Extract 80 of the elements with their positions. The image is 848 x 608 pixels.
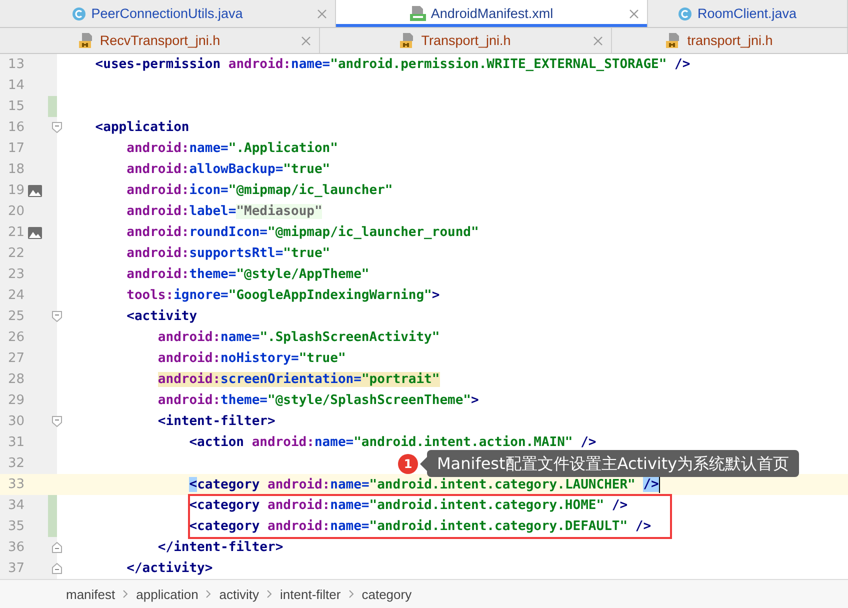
fold-icon[interactable]: [52, 311, 62, 322]
line-number: 26: [7, 330, 26, 345]
image-icon[interactable]: [28, 184, 42, 196]
close-icon[interactable]: [629, 8, 639, 18]
editor-tab[interactable]: transport_jni.h: [612, 28, 848, 53]
code-line: </intent-filter>: [156, 540, 284, 555]
change-marker[interactable]: [48, 516, 57, 537]
code-line: <activity: [126, 309, 198, 324]
code-line: tools:ignore="GoogleAppIndexingWarning">: [126, 288, 440, 303]
editor-tab[interactable]: Transport_jni.h: [320, 28, 612, 53]
class-icon: [72, 6, 86, 20]
line-number: 17: [7, 141, 26, 156]
code-line: android:screenOrientation="portrait": [156, 372, 440, 387]
chevron-icon: [123, 590, 128, 598]
line-number: 28: [7, 372, 26, 387]
code-line: </activity>: [126, 561, 213, 576]
code-line: <action android:name="android.intent.action.MAIN" />: [188, 435, 596, 450]
line-number: 34: [7, 498, 26, 513]
header-file-icon: [78, 33, 95, 48]
line-number: 24: [7, 288, 26, 303]
code-line: android:icon="@mipmap/ic_launcher": [126, 183, 393, 198]
breadcrumb-item[interactable]: category: [362, 586, 412, 602]
breadcrumb-item[interactable]: intent-filter: [280, 586, 341, 602]
close-icon[interactable]: [301, 36, 311, 46]
class-icon: [678, 6, 692, 20]
code-line: android:name=".Application": [126, 141, 338, 156]
code-line: android:allowBackup="true": [126, 162, 330, 177]
manifest-file-icon: [410, 6, 426, 21]
line-number: 27: [7, 351, 26, 366]
editor-tab[interactable]: RoomClient.java: [648, 0, 848, 27]
code-line: android:label="Mediasoup": [126, 204, 322, 219]
breadcrumb-item[interactable]: manifest: [66, 586, 116, 602]
fold-icon[interactable]: [52, 416, 62, 427]
code-line: <application: [94, 120, 190, 135]
image-icon[interactable]: [28, 226, 42, 238]
chevron-icon: [206, 590, 212, 598]
line-number: 22: [7, 246, 26, 261]
step-badge: 1: [398, 454, 418, 474]
tooltip-pointer: [420, 456, 427, 470]
code-line: <intent-filter>: [156, 414, 276, 429]
fold-icon[interactable]: [52, 563, 62, 574]
line-number: 19: [7, 183, 26, 198]
line-number: 16: [7, 120, 26, 135]
line-number: 30: [7, 414, 26, 429]
chevron-icon: [267, 590, 272, 598]
line-number: 15: [7, 99, 26, 114]
breadcrumb-item[interactable]: application: [136, 586, 198, 602]
line-number: 14: [7, 78, 26, 93]
line-number: 36: [7, 540, 26, 555]
code-line: android:roundIcon="@mipmap/ic_launcher_round": [126, 225, 479, 240]
breadcrumb-item[interactable]: activity: [219, 586, 260, 602]
code-line: <category android:name="android.intent.category.DEFAULT" />: [188, 519, 652, 534]
line-number: 31: [7, 435, 26, 450]
code-line: android:name=".SplashScreenActivity": [156, 330, 440, 345]
line-number: 13: [7, 57, 26, 72]
line-number: 25: [7, 309, 26, 324]
line-number: 23: [7, 267, 26, 282]
change-marker[interactable]: [48, 96, 57, 117]
line-number: 32: [7, 456, 26, 471]
code-line: android:noHistory="true": [156, 351, 346, 366]
code-line: android:supportsRtl="true": [126, 246, 330, 261]
line-number: 18: [7, 162, 26, 177]
code-line: android:theme="@style/AppTheme": [126, 267, 370, 282]
fold-icon[interactable]: [52, 122, 62, 133]
editor-tab[interactable]: RecvTransport_jni.h: [0, 28, 320, 53]
code-line: <category android:name="android.intent.category.HOME" />: [188, 498, 628, 513]
editor-tab[interactable]: AndroidManifest.xml: [336, 0, 648, 27]
code-line: <uses-permission android:name="android.permission.WRITE_EXTERNAL_STORAGE" />: [94, 57, 690, 72]
line-number: 37: [7, 561, 26, 576]
code-line: android:theme="@style/SplashScreenTheme">: [156, 393, 479, 408]
close-icon[interactable]: [317, 8, 327, 18]
close-icon[interactable]: [593, 36, 603, 46]
chevron-icon: [348, 590, 354, 598]
line-number: 21: [7, 225, 26, 240]
line-number: 35: [7, 519, 26, 534]
line-number: 20: [7, 204, 26, 219]
fold-icon[interactable]: [52, 542, 62, 553]
line-number: 33: [7, 477, 26, 492]
line-number: 29: [7, 393, 26, 408]
change-marker[interactable]: [48, 495, 57, 516]
